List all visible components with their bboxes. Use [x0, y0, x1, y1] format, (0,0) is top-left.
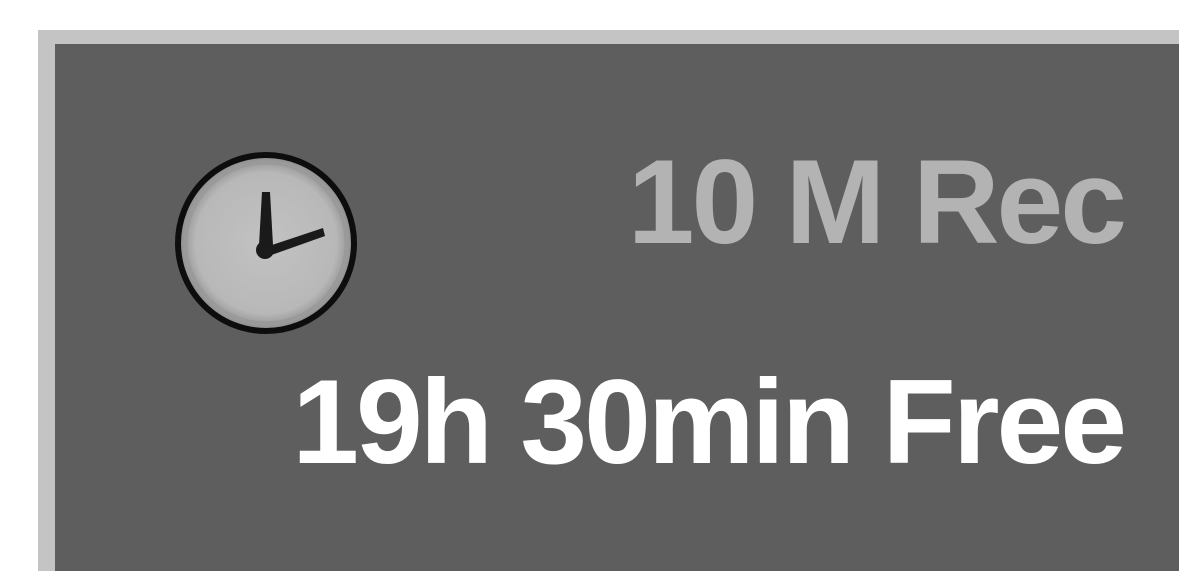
recording-mode-label: 10 M Rec	[627, 135, 1127, 269]
clock-icon	[175, 152, 357, 334]
free-time-label: 19h 30min Free	[292, 355, 1127, 489]
recording-info-panel-body: 10 M Rec 19h 30min Free	[55, 44, 1179, 571]
recording-info-panel: 10 M Rec 19h 30min Free	[38, 30, 1179, 571]
